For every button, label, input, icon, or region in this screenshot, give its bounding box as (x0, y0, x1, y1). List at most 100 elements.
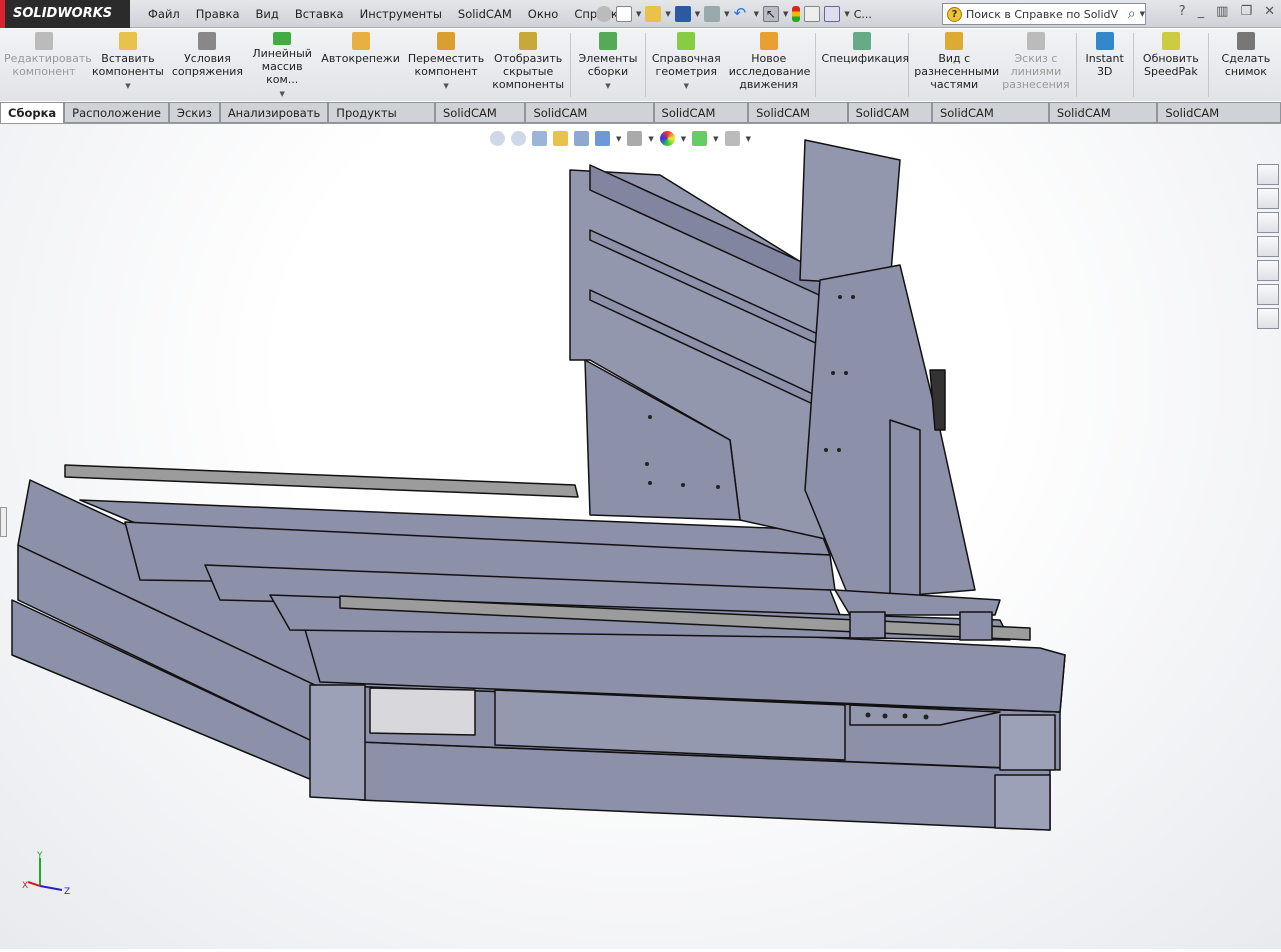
restore-icon[interactable]: ❐ (1240, 4, 1252, 19)
tab-9[interactable]: SolidCAM 3D (847, 102, 932, 140)
tab-7[interactable]: SolidCAM 2.5D (653, 102, 749, 140)
ribbon-button-10[interactable]: Спецификация (818, 29, 909, 101)
rebuild-icon[interactable] (792, 6, 801, 22)
smart-fasteners-icon (351, 32, 370, 50)
solidworks-resources-icon[interactable] (1257, 164, 1279, 185)
new-document-icon[interactable] (616, 6, 632, 22)
mate-icon (198, 32, 217, 50)
x-axis-label: X (22, 881, 28, 891)
tab-5[interactable]: SolidCAM Part (435, 102, 526, 140)
menu-6[interactable]: Окно (520, 7, 567, 21)
y-axis-label: Y (36, 851, 43, 861)
section-view-icon[interactable] (553, 131, 568, 146)
dropdown-arrow-icon[interactable]: ▼ (605, 80, 610, 93)
view-settings-icon[interactable] (724, 131, 740, 146)
tab-2[interactable]: Эскиз (168, 102, 220, 123)
print-icon[interactable] (704, 6, 721, 22)
zoom-area-icon[interactable] (511, 131, 526, 146)
title-bar: SOLIDWORKS Файл Правка Вид Вставка Инструмен… (0, 0, 1281, 28)
view-orientation-icon[interactable] (595, 131, 610, 146)
tab-12[interactable]: SolidCAM Templates (1157, 102, 1281, 140)
ribbon-button-14[interactable]: Обновить SpeedPak (1136, 29, 1206, 101)
ribbon-button-13[interactable]: Instant 3D (1078, 29, 1131, 101)
heads-up-view-toolbar: ▼ ▼ ▼ ▼ ▼ (490, 131, 751, 146)
dropdown-arrow-icon[interactable]: ▼ (684, 80, 689, 93)
save-icon[interactable] (674, 6, 691, 22)
menu-4[interactable]: Инструменты (352, 7, 450, 21)
tab-3[interactable]: Анализировать (219, 102, 329, 123)
undo-icon[interactable]: ↶ (734, 6, 750, 22)
insert-components-icon (118, 32, 137, 50)
ribbon-button-2[interactable]: Условия сопряжения (168, 29, 247, 101)
ribbon-button-7[interactable]: Элементы сборки ▼ (573, 29, 643, 101)
file-properties-icon[interactable] (804, 6, 821, 22)
dropdown-arrow-icon[interactable]: ▼ (125, 80, 130, 93)
dropdown-arrow-icon[interactable]: ▼ (279, 88, 284, 101)
edit-component-icon (35, 32, 53, 50)
solidworks-logo[interactable]: SOLIDWORKS (0, 0, 130, 28)
ribbon-button-9[interactable]: Новое исследование движения (725, 29, 813, 101)
tab-11[interactable]: SolidCAM Turning (1048, 102, 1158, 140)
appearance-icon[interactable] (659, 131, 675, 146)
ribbon-button-12[interactable]: Эскиз с линиями разнесения (998, 29, 1073, 101)
pin-icon[interactable] (596, 6, 612, 22)
custom-properties-icon[interactable] (1257, 308, 1279, 329)
menu-2[interactable]: Вид (248, 7, 287, 21)
ribbon-button-3[interactable]: Линейный массив ком... ▼ (247, 29, 317, 101)
help-icon: ? (947, 6, 962, 22)
search-icon[interactable]: ⌕ (1128, 6, 1136, 22)
toolbar-overflow[interactable]: С... (854, 8, 872, 21)
dynamic-annotation-icon[interactable] (574, 131, 589, 146)
speedpak-icon (1161, 32, 1180, 50)
command-manager: Редактировать компонент Вставить компонен… (0, 29, 1281, 101)
tab-4[interactable]: Продукты Office (328, 102, 435, 140)
menu-3[interactable]: Вставка (287, 7, 352, 21)
window-controls: ? _ ▥ ❐ ✕ (1179, 4, 1275, 19)
linear-rail (64, 464, 579, 498)
view-palette-icon[interactable] (1257, 260, 1279, 281)
options-icon[interactable] (824, 6, 841, 22)
ribbon-button-5[interactable]: Переместить компонент ▼ (404, 29, 488, 101)
previous-view-icon[interactable] (532, 131, 547, 146)
snapshot-icon (1236, 32, 1255, 50)
dropdown-arrow-icon[interactable]: ▼ (443, 80, 448, 93)
feature-manager-expand-handle[interactable] (0, 507, 7, 537)
ribbon-button-1[interactable]: Вставить компоненты ▼ (88, 29, 168, 101)
zoom-to-fit-icon[interactable] (490, 131, 505, 146)
design-library-icon[interactable] (1257, 212, 1279, 233)
assembly-model[interactable] (0, 124, 1281, 949)
help-search-input[interactable]: ? Поиск в Справке по SolidV ⌕ ▼ (942, 3, 1146, 25)
ribbon-button-0[interactable]: Редактировать компонент (0, 29, 92, 101)
coordinate-triad: Y Z X (22, 851, 70, 897)
ribbon-button-8[interactable]: Справочная геометрия ▼ (648, 29, 725, 101)
home-icon[interactable] (1257, 188, 1279, 209)
file-explorer-icon[interactable] (1257, 236, 1279, 257)
ribbon-button-15[interactable]: Сделать снимок (1211, 29, 1281, 101)
menu-0[interactable]: Файл (140, 7, 188, 21)
command-tabs: Сборка Расположение Эскиз Анализировать Прод… (0, 102, 1281, 140)
display-style-icon[interactable] (627, 131, 643, 146)
ribbon-button-11[interactable]: Вид с разнесенными частями (910, 29, 999, 101)
tab-6[interactable]: SolidCAM Operations (525, 102, 654, 140)
divider (645, 33, 646, 97)
menu-1[interactable]: Правка (188, 7, 248, 21)
quick-access-toolbar: ▼ ▼ ▼ ▼ ↶ ▼ ↖ ▼ ▼ С... (596, 3, 872, 25)
tile-icon[interactable]: ▥ (1216, 4, 1228, 19)
z-axis-label: Z (64, 887, 70, 897)
open-icon[interactable] (645, 6, 662, 22)
graphics-area[interactable] (0, 124, 1281, 949)
menu-5[interactable]: SolidCAM (450, 7, 520, 21)
tab-8[interactable]: SolidCAM AFRM (748, 102, 848, 140)
help-menu-icon[interactable]: ? (1179, 4, 1186, 19)
appearances-icon[interactable] (1257, 284, 1279, 305)
tab-0[interactable]: Сборка (0, 102, 65, 123)
select-icon[interactable]: ↖ (762, 6, 779, 22)
tab-1[interactable]: Расположение (64, 102, 169, 123)
tab-10[interactable]: SolidCAM Multiaxis (931, 102, 1049, 140)
close-icon[interactable]: ✕ (1264, 4, 1275, 19)
ribbon-button-6[interactable]: Отобразить скрытые компоненты (488, 29, 568, 101)
ribbon-button-4[interactable]: Автокрепежи (317, 29, 404, 101)
scene-icon[interactable] (692, 131, 708, 146)
explode-line-sketch-icon (1026, 32, 1045, 50)
minimize-icon[interactable]: _ (1198, 4, 1205, 19)
